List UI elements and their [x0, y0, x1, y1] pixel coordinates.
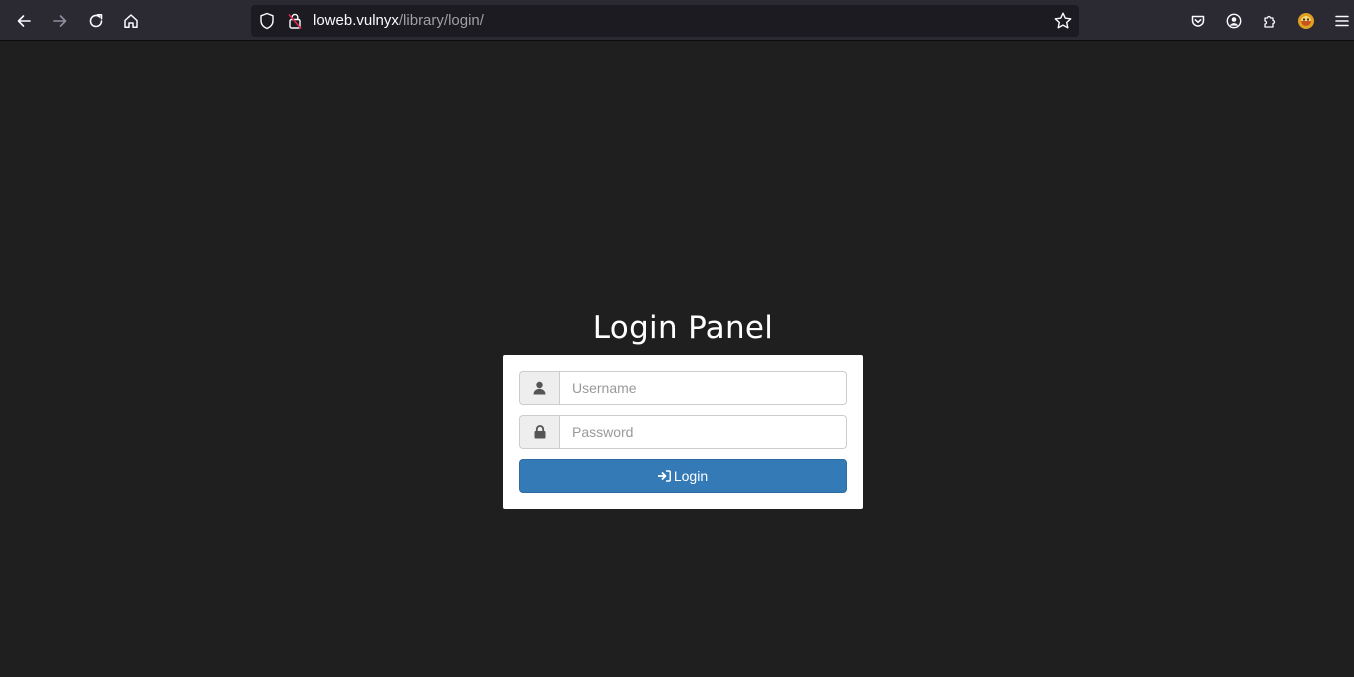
url-bar[interactable]: loweb.vulnyx/library/login/: [251, 5, 1079, 37]
extensions-icon: [1264, 15, 1276, 28]
profile-avatar-icon: [1298, 13, 1314, 29]
username-input-group: [519, 371, 847, 405]
password-input-group: [519, 415, 847, 449]
login-form: Login: [503, 355, 863, 509]
reload-button[interactable]: [82, 7, 110, 35]
login-button[interactable]: Login: [519, 459, 847, 493]
page-title: Login Panel: [592, 310, 774, 346]
reload-icon: [89, 14, 103, 28]
url-path: /library/login/: [398, 12, 484, 29]
home-button[interactable]: [117, 7, 145, 35]
forward-button[interactable]: [46, 7, 74, 35]
account-button[interactable]: [1220, 7, 1248, 35]
menu-button[interactable]: [1328, 7, 1354, 35]
password-input[interactable]: [559, 415, 847, 449]
back-button[interactable]: [10, 7, 38, 35]
shield-icon[interactable]: [259, 12, 275, 30]
sign-in-icon: [657, 470, 671, 482]
password-addon: [519, 415, 559, 449]
url-text[interactable]: loweb.vulnyx/library/login/: [313, 12, 484, 30]
login-button-label: Login: [673, 468, 709, 484]
pocket-icon: [1191, 15, 1205, 27]
lock-icon[interactable]: [287, 12, 303, 30]
extensions-button[interactable]: [1256, 7, 1284, 35]
username-addon: [519, 371, 559, 405]
home-icon: [124, 14, 138, 28]
username-input[interactable]: [559, 371, 847, 405]
pocket-button[interactable]: [1184, 7, 1212, 35]
browser-toolbar: loweb.vulnyx/library/login/: [0, 0, 1354, 41]
menu-icon: [1335, 15, 1349, 27]
forward-icon: [53, 15, 67, 27]
bookmark-star-icon[interactable]: [1053, 11, 1073, 31]
url-host: loweb.vulnyx: [313, 12, 399, 29]
profile-avatar-button[interactable]: [1292, 7, 1320, 35]
lock-icon: [534, 425, 545, 439]
account-icon: [1226, 13, 1242, 29]
back-icon: [17, 15, 31, 27]
user-icon: [533, 381, 546, 395]
